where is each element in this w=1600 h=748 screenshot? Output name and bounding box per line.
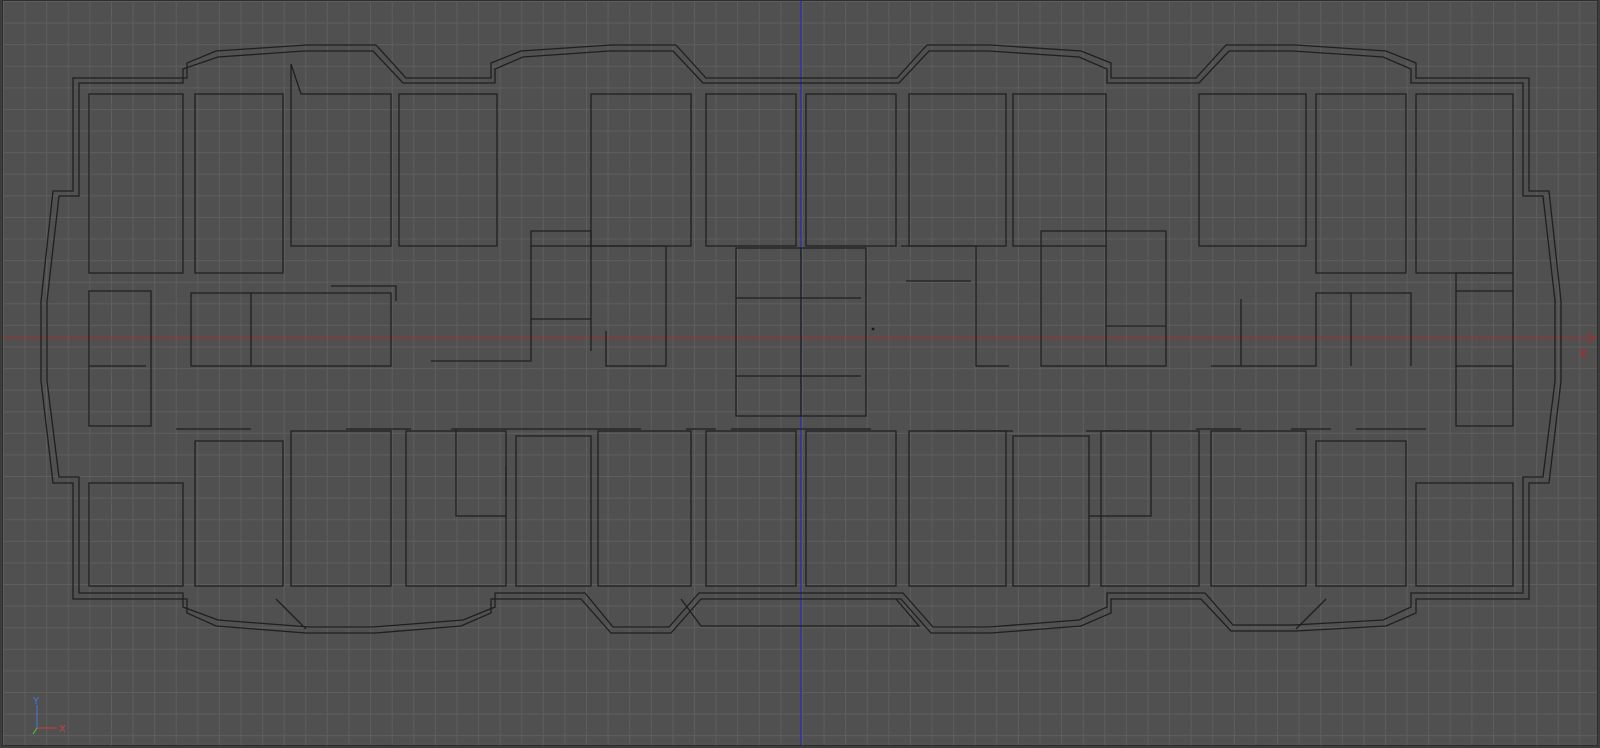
pivot-point[interactable] xyxy=(871,327,875,331)
axis-gizmo-icon: X Y xyxy=(32,696,66,735)
floor-plan-drawing[interactable]: X X Y xyxy=(3,1,1598,746)
x-axis-label: X xyxy=(1579,347,1587,361)
top-viewport[interactable]: X X Y xyxy=(2,0,1598,746)
gizmo-y-label: Y xyxy=(32,696,40,707)
gizmo-x-label: X xyxy=(59,724,66,735)
